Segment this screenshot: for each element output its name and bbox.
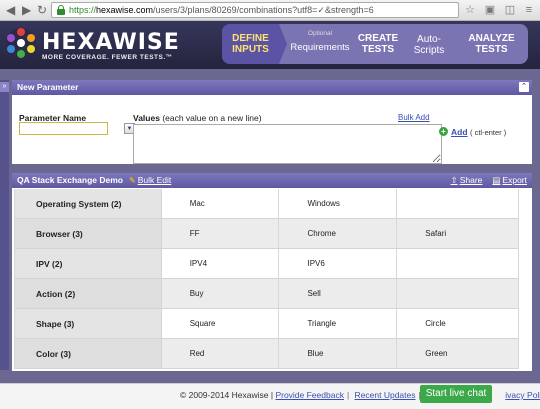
step-requirements[interactable]: Optional Requirements (287, 24, 353, 64)
brand-tagline: MORE COVERAGE. FEWER TESTS.™ (42, 54, 173, 61)
sidebar-handle: » (0, 80, 9, 370)
parameter-name[interactable]: IPV (2) (15, 249, 162, 278)
parameter-value[interactable]: Safari (397, 219, 518, 248)
table-row[interactable]: Browser (3) FF Chrome Safari (15, 219, 518, 249)
parameters-table: Operating System (2) Mac Windows Browser… (14, 189, 519, 369)
parameter-value[interactable]: Buy (162, 279, 280, 308)
app-header: HEXAWISE MORE COVERAGE. FEWER TESTS.™ DE… (0, 21, 540, 69)
step-analyze-tests[interactable]: ANALYZE TESTS (455, 24, 528, 64)
parameter-value[interactable]: Mac (162, 189, 280, 218)
workflow-steps: DEFINE INPUTS Optional Requirements CREATE… (222, 24, 528, 64)
address-bar[interactable]: https://hexawise.com/users/3/plans/80269… (51, 2, 459, 18)
parameter-value[interactable]: Blue (279, 339, 398, 368)
add-link[interactable]: Add (451, 127, 468, 137)
step-create-tests[interactable]: CREATE TESTS (353, 24, 403, 64)
parameter-value (397, 249, 518, 278)
expand-sidebar-button[interactable]: » (0, 82, 9, 92)
brand-name[interactable]: HEXAWISE (42, 30, 180, 55)
bulk-edit-link[interactable]: Bulk Edit (138, 173, 172, 188)
collapse-icon[interactable]: ⌃ (519, 82, 529, 92)
add-shortcut-hint: ( ctl-enter ) (470, 128, 507, 137)
export-link[interactable]: ▤ Export (492, 173, 527, 188)
parameter-value[interactable]: Square (162, 309, 280, 338)
values-textarea[interactable] (133, 124, 442, 164)
step-auto-scripts[interactable]: Auto- Scripts (403, 24, 455, 64)
parameter-value (397, 279, 518, 308)
share-link[interactable]: ⇧ Share (451, 173, 483, 188)
reload-icon[interactable]: ↻ (37, 3, 47, 17)
parameters-panel: QA Stack Exchange Demo ✎ Bulk Edit ⇧ Shar… (12, 173, 532, 371)
forward-arrow-icon[interactable]: ▶ (22, 3, 31, 17)
plan-title: QA Stack Exchange Demo (17, 175, 123, 185)
parameter-name[interactable]: Operating System (2) (15, 189, 162, 218)
table-row[interactable]: Operating System (2) Mac Windows (15, 189, 518, 219)
parameter-value[interactable]: Green (397, 339, 518, 368)
parameter-value[interactable]: Windows (279, 189, 398, 218)
parameter-value[interactable]: Triangle (279, 309, 398, 338)
live-chat-button[interactable]: Start live chat (420, 385, 492, 403)
provide-feedback-link[interactable]: Provide Feedback (275, 390, 344, 400)
copyright: © 2009-2014 Hexawise | (180, 390, 274, 400)
pencil-icon[interactable]: ✎ (129, 173, 136, 188)
parameter-value[interactable]: IPV4 (162, 249, 280, 278)
parameters-header: QA Stack Exchange Demo ✎ Bulk Edit ⇧ Shar… (12, 173, 532, 188)
share-icon: ⇧ (450, 175, 458, 185)
table-row[interactable]: Color (3) Red Blue Green (15, 339, 518, 369)
add-icon[interactable]: + (439, 127, 448, 136)
export-icon: ▤ (492, 175, 501, 185)
browser-toolbar: ◀ ▶ ↻ https://hexawise.com/users/3/plans… (0, 0, 540, 21)
parameter-value[interactable]: FF (162, 219, 280, 248)
back-arrow-icon[interactable]: ◀ (6, 3, 15, 17)
values-label: Values (each value on a new line) (133, 113, 262, 123)
parameter-name[interactable]: Color (3) (15, 339, 162, 368)
recent-updates-link[interactable]: Recent Updates (355, 390, 416, 400)
parameter-name[interactable]: Browser (3) (15, 219, 162, 248)
url-text: https://hexawise.com/users/3/plans/80269… (69, 5, 374, 15)
table-row[interactable]: Action (2) Buy Sell (15, 279, 518, 309)
hexawise-logo-icon[interactable] (4, 26, 38, 60)
parameter-name-input[interactable] (19, 122, 108, 135)
table-row[interactable]: Shape (3) Square Triangle Circle (15, 309, 518, 339)
parameter-value[interactable]: IPV6 (279, 249, 398, 278)
parameter-name[interactable]: Action (2) (15, 279, 162, 308)
parameter-value[interactable]: Circle (397, 309, 518, 338)
parameter-value (397, 189, 518, 218)
bulk-add-link[interactable]: Bulk Add (398, 113, 430, 122)
page-footer: © 2009-2014 Hexawise | Provide Feedback |… (0, 383, 540, 409)
parameter-value[interactable]: Chrome (279, 219, 398, 248)
parameter-value[interactable]: Red (162, 339, 280, 368)
parameter-name[interactable]: Shape (3) (15, 309, 162, 338)
extension-icon[interactable]: ▣ (483, 3, 497, 17)
new-parameter-header: New Parameter ⌃ (12, 80, 532, 95)
panel-title: New Parameter (17, 82, 79, 92)
privacy-policy-link[interactable]: ivacy Policy (505, 390, 540, 400)
extension-icon-2[interactable]: ◫ (503, 3, 517, 17)
lock-icon (57, 5, 65, 15)
parameter-value[interactable]: Sell (279, 279, 398, 308)
menu-icon[interactable]: ≡ (522, 3, 536, 17)
step-define-inputs[interactable]: DEFINE INPUTS (222, 24, 279, 64)
star-icon[interactable]: ☆ (463, 3, 477, 17)
new-parameter-panel: New Parameter ⌃ Parameter Name ▼ Values … (12, 80, 532, 164)
table-row[interactable]: IPV (2) IPV4 IPV6 (15, 249, 518, 279)
